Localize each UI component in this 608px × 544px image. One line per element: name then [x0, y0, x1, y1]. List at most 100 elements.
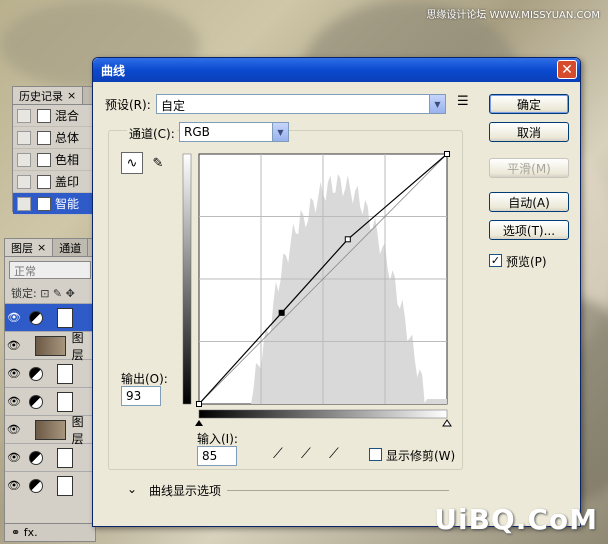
dialog-titlebar: 曲线 ✕	[93, 58, 580, 82]
input-gradient-bar	[198, 409, 448, 419]
link-layers-icon[interactable]: ⚭	[11, 526, 20, 539]
preset-label: 预设(R):	[105, 98, 151, 112]
history-checkbox[interactable]	[17, 174, 31, 189]
black-point-slider	[195, 420, 203, 426]
tab-channels-label: 通道	[59, 241, 82, 255]
input-field[interactable]: 85	[197, 446, 237, 466]
tab-channels[interactable]: 通道	[53, 239, 89, 256]
channel-label: 通道(C):	[127, 125, 177, 142]
eye-icon[interactable]: 👁	[5, 339, 23, 352]
layer-row[interactable]: 👁	[5, 303, 95, 331]
eye-icon[interactable]: 👁	[5, 367, 23, 380]
curve-point	[444, 151, 450, 157]
preset-value: 自定	[161, 99, 186, 113]
history-item-label: 混合	[55, 109, 80, 123]
channel-value: RGB	[184, 125, 210, 139]
channel-select[interactable]: RGB ▼	[179, 122, 289, 142]
expand-chevron-icon[interactable]: ⌄	[127, 482, 137, 496]
lock-icons[interactable]: ⊡ ✎ ✥	[40, 287, 75, 300]
ok-button[interactable]: 确定	[489, 94, 569, 114]
layer-row[interactable]: 👁	[5, 471, 95, 499]
layer-row[interactable]: 👁 图层	[5, 331, 95, 362]
preset-options-icon[interactable]: ☰	[457, 94, 469, 109]
close-icon[interactable]: ×	[67, 89, 76, 102]
adjustment-layer-icon	[29, 478, 43, 493]
cancel-button[interactable]: 取消	[489, 122, 569, 142]
eye-icon[interactable]: 👁	[5, 423, 23, 436]
history-checkbox[interactable]	[17, 152, 31, 167]
curves-dialog: 曲线 ✕ 预设(R): 自定 ▼ ☰ 通道(C): RGB ▼ ∿ ✎ 输出(O…	[92, 57, 581, 527]
layer-mask-thumbnail[interactable]	[57, 391, 73, 412]
white-eyedropper-icon[interactable]: ⟋	[329, 446, 339, 462]
layer-thumbnail[interactable]	[34, 335, 66, 356]
layer-row[interactable]: 👁	[5, 387, 95, 415]
eye-icon[interactable]: 👁	[5, 479, 23, 492]
preset-select[interactable]: 自定 ▼	[156, 94, 446, 114]
black-eyedropper-icon[interactable]: ⟋	[273, 446, 283, 462]
curve-point	[278, 309, 285, 316]
adjustment-layer-icon	[29, 394, 43, 409]
history-item[interactable]: 总体	[13, 127, 95, 149]
chevron-down-icon[interactable]: ▼	[272, 123, 288, 141]
show-clipping-checkbox[interactable]	[369, 448, 382, 461]
input-label: 输入(I):	[197, 432, 238, 446]
output-label: 输出(O):	[121, 372, 168, 386]
history-state-icon	[37, 196, 51, 211]
eye-icon[interactable]: 👁	[5, 451, 23, 464]
output-field[interactable]: 93	[121, 386, 161, 406]
chevron-down-icon[interactable]: ▼	[429, 95, 445, 113]
adjustment-layer-icon	[29, 366, 43, 381]
layer-mask-thumbnail[interactable]	[57, 475, 73, 496]
layer-mask-thumbnail[interactable]	[57, 307, 73, 328]
preview-checkbox[interactable]: ✓	[489, 254, 502, 267]
history-state-icon	[37, 174, 51, 189]
watermark-bottom: UiBQ.CoM	[434, 503, 598, 536]
history-item[interactable]: 色相	[13, 149, 95, 171]
layer-thumbnail[interactable]	[34, 419, 66, 440]
curve-point	[344, 236, 351, 243]
layer-row[interactable]: 👁	[5, 443, 95, 471]
curve-point	[196, 401, 202, 407]
tab-layers[interactable]: 图层 ×	[5, 239, 54, 256]
layer-row[interactable]: 👁	[5, 359, 95, 387]
adjustment-layer-icon	[29, 310, 43, 325]
history-item[interactable]: 盖印	[13, 171, 95, 193]
curves-graph[interactable]	[181, 150, 453, 430]
history-state-icon	[37, 130, 51, 145]
tab-history-label: 历史记录	[19, 89, 63, 103]
layer-row[interactable]: 👁 图层	[5, 415, 95, 446]
lock-label: 锁定:	[11, 287, 37, 300]
fx-button[interactable]: fx.	[24, 526, 38, 539]
history-item[interactable]: 混合	[13, 105, 95, 127]
tab-history[interactable]: 历史记录 ×	[13, 87, 84, 104]
watermark-top: 思缘设计论坛 WWW.MISSYUAN.COM	[426, 10, 600, 21]
curve-point-tool-icon[interactable]: ∿	[121, 152, 143, 174]
dialog-title: 曲线	[101, 64, 126, 78]
eye-icon[interactable]: 👁	[5, 395, 23, 408]
white-point-slider	[442, 419, 452, 427]
history-item-label: 智能	[55, 197, 80, 211]
history-item-label: 色相	[55, 153, 80, 167]
adjustment-layer-icon	[29, 450, 43, 465]
history-item-label: 总体	[55, 131, 80, 145]
history-state-icon	[37, 152, 51, 167]
history-item-selected[interactable]: 智能	[13, 193, 95, 215]
layers-panel: 图层 × 通道 正常 锁定: ⊡ ✎ ✥ 👁 👁 图层 👁 👁 👁 图层 👁 👁…	[4, 238, 96, 542]
options-button[interactable]: 选项(T)...	[489, 220, 569, 240]
layer-mask-thumbnail[interactable]	[57, 363, 73, 384]
eye-icon[interactable]: 👁	[5, 311, 23, 324]
history-checkbox[interactable]	[17, 196, 31, 211]
auto-button[interactable]: 自动(A)	[489, 192, 569, 212]
history-checkbox[interactable]	[17, 108, 31, 123]
show-clipping-label: 显示修剪(W)	[386, 449, 456, 463]
pencil-icon[interactable]: ✎	[147, 152, 169, 174]
history-item-label: 盖印	[55, 175, 80, 189]
blend-mode-select[interactable]: 正常	[9, 261, 91, 279]
close-icon[interactable]: ×	[37, 241, 46, 254]
smooth-button[interactable]: 平滑(M)	[489, 158, 569, 178]
history-checkbox[interactable]	[17, 130, 31, 145]
layer-mask-thumbnail[interactable]	[57, 447, 73, 468]
gray-eyedropper-icon[interactable]: ⟋	[301, 446, 311, 462]
curve-display-options-label[interactable]: 曲线显示选项	[149, 482, 221, 499]
close-button[interactable]: ✕	[557, 60, 577, 79]
